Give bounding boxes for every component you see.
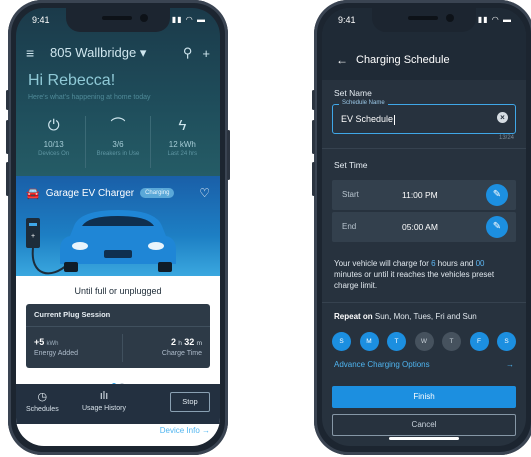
card-title-row: 🚘 Garage EV Charger Charging ♡ (26, 186, 210, 200)
stop-button[interactable]: Stop (170, 392, 210, 412)
finish-button[interactable]: Finish (332, 386, 516, 408)
clock-icon: ◷ (37, 391, 48, 403)
session-title: Current Plug Session (34, 310, 111, 319)
home-indicator (83, 437, 153, 440)
clear-icon[interactable]: × (497, 112, 508, 123)
power-icon: ⏻ (47, 117, 60, 134)
start-time-value: 11:00 PM (402, 190, 438, 200)
edit-end-pencil-icon[interactable]: ✎ (486, 216, 508, 238)
charging-status-text: Until full or unplugged (74, 286, 162, 296)
device-info-link[interactable]: Device Info → (160, 426, 210, 435)
right-phone: 9:41 ▮▮ ◠ ▬ ← Charging Schedule Set Name… (312, 0, 531, 455)
signal-wifi-battery-icon: ▮▮ ◠ ▬ (477, 15, 512, 24)
menu-icon[interactable]: ≡ (26, 45, 42, 61)
stat-value: 3/6 (112, 140, 124, 149)
plug-session-panel: Current Plug Session +5 kWh Energy Added… (26, 304, 210, 368)
stat-devices[interactable]: ⏻ 10/13 Devices On (22, 116, 87, 168)
bolt-icon: ϟ (178, 117, 187, 134)
ev-charger-card: 🚘 Garage EV Charger Charging ♡ + Until f… (16, 176, 220, 446)
set-name-heading: Set Name (334, 88, 372, 98)
charge-time-value: 2 h 32 m (171, 337, 202, 347)
day-toggle-thu[interactable]: T (442, 332, 461, 351)
add-icon[interactable]: + (202, 46, 210, 61)
end-label: End (342, 222, 357, 231)
address-selector[interactable]: 805 Wallbridge ▾ (50, 45, 173, 61)
stat-value: 10/13 (43, 140, 64, 149)
divider (322, 148, 526, 149)
set-time-heading: Set Time (334, 160, 368, 170)
volume-down-button (6, 162, 9, 196)
volume-up-button (6, 120, 9, 154)
right-screen: 9:41 ▮▮ ◠ ▬ ← Charging Schedule Set Name… (322, 8, 526, 446)
status-bar: 9:41 ▮▮ ◠ ▬ (338, 15, 512, 29)
signal-wifi-battery-icon: ▮▮ ◠ ▬ (171, 15, 206, 24)
status-bar: 9:41 ▮▮ ◠ ▬ (32, 15, 206, 29)
schedules-label: Schedules (26, 406, 59, 413)
energy-added-label: Energy Added (34, 350, 78, 357)
screen-title-row: ← Charging Schedule (336, 53, 450, 67)
status-time: 9:41 (338, 15, 356, 25)
divider (322, 302, 526, 303)
stat-value: 12 kWh (168, 140, 196, 149)
schedules-button[interactable]: ◷ Schedules (26, 390, 59, 413)
mute-switch (6, 90, 9, 110)
advanced-label: Advance Charging Options (334, 360, 430, 369)
start-label: Start (342, 190, 359, 199)
mute-switch (312, 90, 315, 110)
greeting: Hi Rebecca! (28, 72, 116, 89)
card-actions: ◷ Schedules ılı Usage History Stop (16, 384, 220, 424)
status-badge: Charging (140, 188, 175, 198)
stat-label: Last 24 hrs (167, 151, 198, 157)
stat-label: Breakers in Use (96, 151, 140, 157)
car-icon: 🚘 (26, 187, 40, 200)
status-time: 9:41 (32, 15, 50, 25)
day-toggle-fri[interactable]: F (469, 332, 489, 351)
charge-duration-description: Your vehicle will charge for 6 hours and… (334, 259, 495, 290)
edit-start-pencil-icon[interactable]: ✎ (486, 184, 508, 206)
power-button (227, 130, 230, 180)
greeting-subtitle: Here's what's happening at home today (28, 94, 151, 101)
day-toggle-sat[interactable]: S (497, 332, 516, 351)
end-time-row: End 05:00 AM ✎ (332, 212, 516, 242)
stat-energy[interactable]: ϟ 12 kWh Last 24 hrs (151, 116, 214, 168)
charge-time-label: Charge Time (161, 350, 202, 357)
advanced-charging-options-link[interactable]: Advance Charging Options → (334, 360, 514, 369)
search-icon[interactable]: ⚲ (183, 45, 193, 61)
schedule-name-field[interactable]: Schedule Name EV Schedule × (332, 100, 516, 134)
breaker-icon: ⌒ (110, 117, 126, 134)
back-arrow-icon[interactable]: ← (336, 53, 348, 67)
day-toggle-mon[interactable]: M (359, 332, 379, 351)
energy-added-value: +5 kWh (34, 337, 59, 347)
left-phone: 9:41 ▮▮ ◠ ▬ ≡ 805 Wallbridge ▾ ⚲ + Hi Re… (6, 0, 230, 455)
schedule-name-input[interactable]: EV Schedule (341, 114, 395, 125)
stats-row: ⏻ 10/13 Devices On ⌒ 3/6 Breakers in Use… (22, 116, 214, 168)
home-indicator (389, 437, 459, 440)
cancel-button[interactable]: Cancel (332, 414, 516, 436)
usage-history-button[interactable]: ılı Usage History (82, 390, 126, 412)
home-header: ≡ 805 Wallbridge ▾ ⚲ + Hi Rebecca! Here'… (16, 8, 220, 176)
usage-history-label: Usage History (82, 405, 126, 412)
stat-breakers[interactable]: ⌒ 3/6 Breakers in Use (86, 116, 151, 168)
screen-title: Charging Schedule (356, 54, 450, 66)
day-toggle-wed[interactable]: W (414, 332, 434, 351)
top-nav: ≡ 805 Wallbridge ▾ ⚲ + (26, 44, 210, 62)
start-time-row: Start 11:00 PM ✎ (332, 180, 516, 210)
arrow-right-icon: → (506, 360, 514, 369)
svg-text:+: + (31, 233, 35, 240)
day-toggle-tue[interactable]: T (387, 332, 406, 351)
volume-up-button (312, 120, 315, 154)
favorite-heart-icon[interactable]: ♡ (199, 186, 210, 200)
bar-chart-icon: ılı (99, 390, 109, 402)
end-time-value: 05:00 AM (402, 222, 438, 232)
stat-label: Devices On (38, 151, 70, 157)
repeat-summary: Repeat on Sun, Mon, Tues, Fri and Sun (334, 312, 477, 321)
field-label: Schedule Name (339, 100, 388, 106)
car-charging-illustration: + (26, 210, 176, 275)
char-counter: 13/24 (498, 135, 514, 141)
card-title: Garage EV Charger (45, 187, 135, 199)
volume-down-button (312, 162, 315, 196)
day-selector: S M T W T F S (332, 332, 516, 351)
day-toggle-sun[interactable]: S (332, 332, 351, 351)
left-screen: 9:41 ▮▮ ◠ ▬ ≡ 805 Wallbridge ▾ ⚲ + Hi Re… (16, 8, 220, 446)
